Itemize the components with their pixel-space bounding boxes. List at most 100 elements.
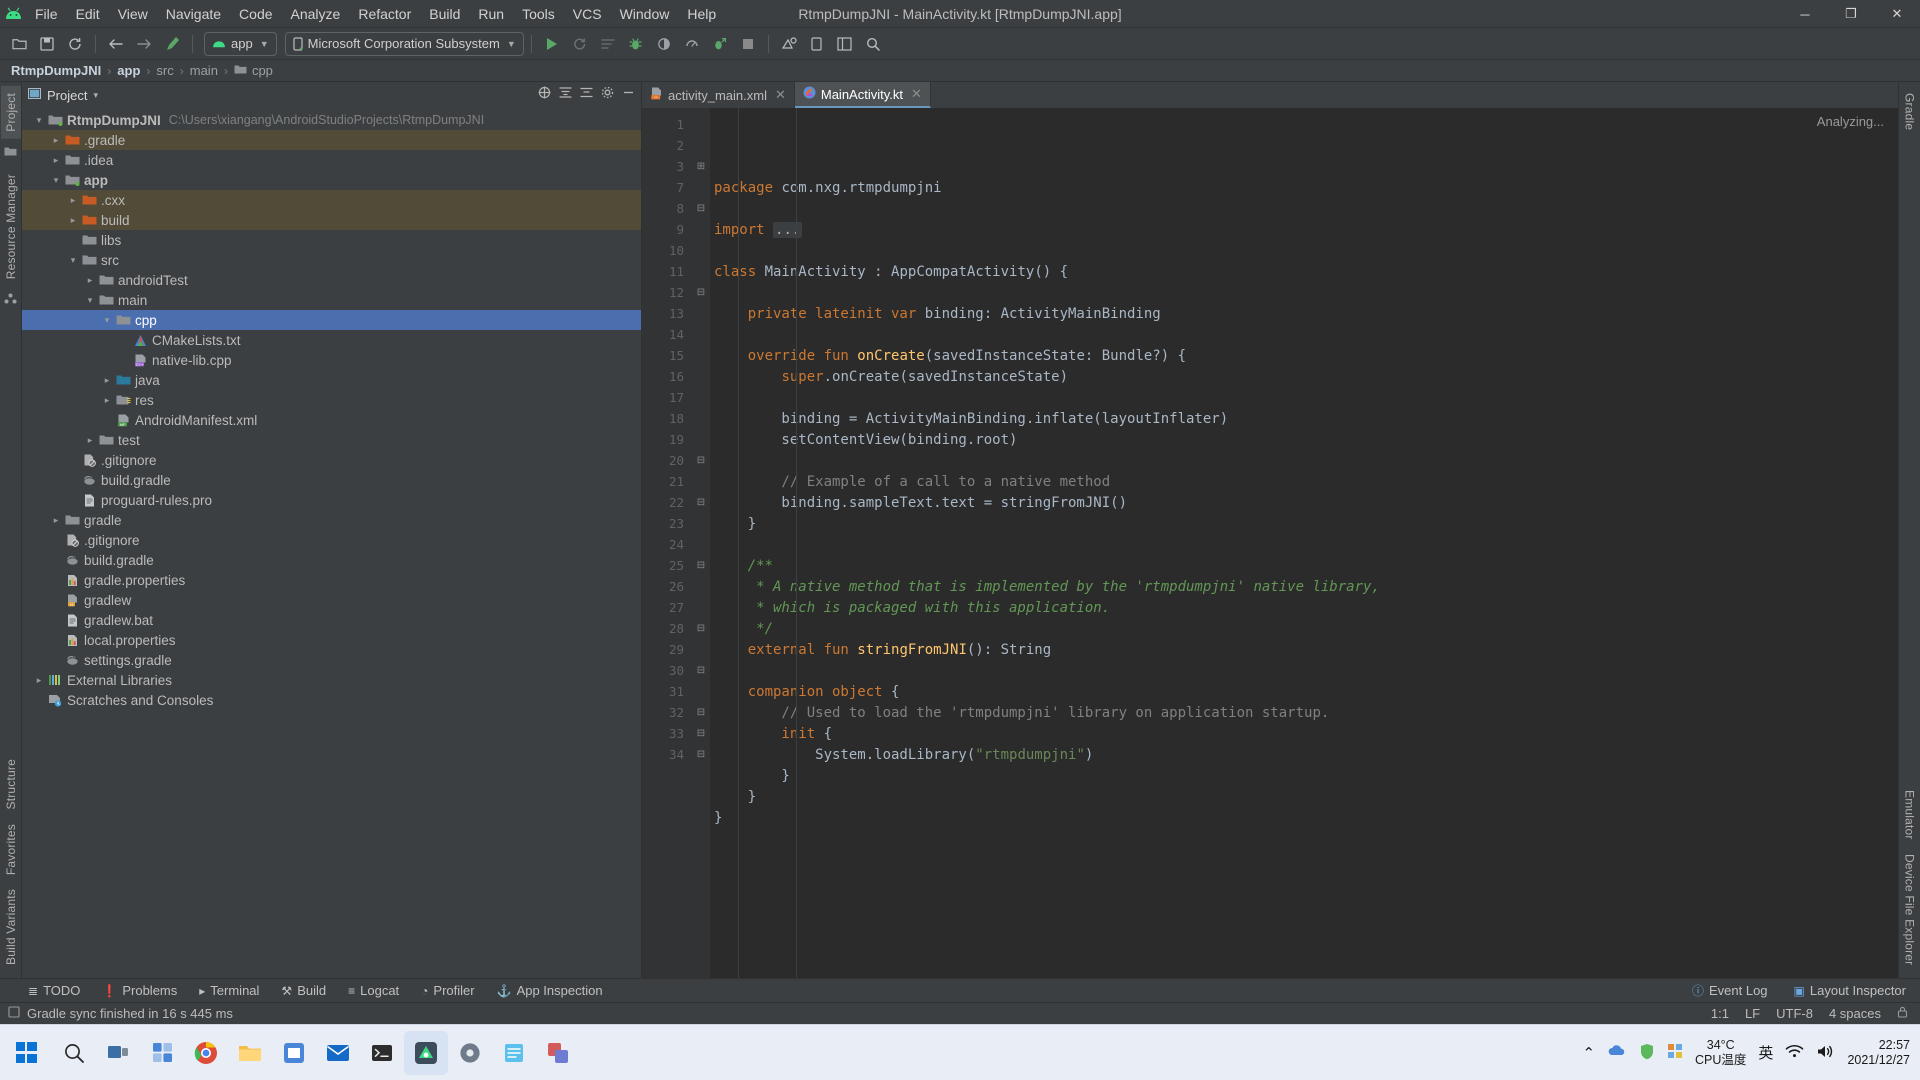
tree-item-gradle-properties[interactable]: gradle.properties: [22, 570, 641, 590]
tree-item-gradlew[interactable]: Hgradlew: [22, 590, 641, 610]
file-explorer-icon[interactable]: [228, 1031, 272, 1075]
breadcrumb-item-rtmpdumpjni[interactable]: RtmpDumpJNI: [8, 63, 104, 78]
menu-item-analyze[interactable]: Analyze: [282, 3, 350, 25]
editor-main[interactable]: 1 2 3 7 8 9 10 11 12 13 14 15 16 17 18 19 20 21 22 23 24 25 26…: [642, 108, 1898, 978]
menu-item-file[interactable]: File: [26, 3, 67, 25]
menu-item-help[interactable]: Help: [678, 3, 725, 25]
avd-manager-icon[interactable]: [804, 31, 830, 57]
task-view-icon[interactable]: [96, 1031, 140, 1075]
tree-item-native-lib-cpp[interactable]: C++ native-lib.cpp: [22, 350, 641, 370]
settings-icon[interactable]: [448, 1031, 492, 1075]
cpu-temperature-widget[interactable]: 34°C CPU温度: [1695, 1038, 1746, 1067]
fold-collapse-icon[interactable]: ⊟: [692, 744, 710, 765]
tree-item-proguard-rules-pro[interactable]: proguard-rules.pro: [22, 490, 641, 510]
fold-collapse-icon[interactable]: ⊟: [692, 555, 710, 576]
breadcrumb-item-cpp[interactable]: cpp: [249, 63, 276, 78]
sidebar-item-device-file-explorer[interactable]: Device File Explorer: [1900, 847, 1920, 972]
file-encoding[interactable]: UTF-8: [1776, 1006, 1813, 1021]
mail-icon[interactable]: [316, 1031, 360, 1075]
hide-panel-icon[interactable]: [622, 86, 635, 104]
terminal-icon[interactable]: [360, 1031, 404, 1075]
windows-start-icon[interactable]: [0, 1042, 52, 1063]
tree-item-androidmanifest-xml[interactable]: MF AndroidManifest.xml: [22, 410, 641, 430]
code-folding-column[interactable]: ⊞ ⊟ ⊟ ⊟ ⊟ ⊟ ⊟ ⊟ ⊟ ⊟ ⊟: [692, 108, 710, 978]
fold-collapse-icon[interactable]: ⊟: [692, 198, 710, 219]
taskbar-clock[interactable]: 22:57 2021/12/27: [1847, 1038, 1910, 1068]
stop-icon[interactable]: [735, 31, 761, 57]
bottom-tool-app-inspection[interactable]: ⚓ App Inspection: [493, 983, 607, 998]
tree-item-java[interactable]: ▸ java: [22, 370, 641, 390]
chevron-down-icon[interactable]: ▾: [66, 255, 80, 266]
close-icon[interactable]: ✕: [911, 86, 922, 102]
chevron-right-icon[interactable]: ▸: [100, 395, 114, 406]
chevron-right-icon[interactable]: ▸: [49, 515, 63, 526]
chevron-down-icon[interactable]: ▾: [83, 295, 97, 306]
chrome-icon[interactable]: [184, 1031, 228, 1075]
indent-setting[interactable]: 4 spaces: [1829, 1006, 1881, 1021]
breadcrumb-item-src[interactable]: src: [153, 63, 176, 78]
fold-collapse-icon[interactable]: ⊟: [692, 492, 710, 513]
maximize-button[interactable]: ❐: [1828, 0, 1874, 28]
fold-collapse-icon[interactable]: ⊟: [692, 282, 710, 303]
sidebar-item-structure[interactable]: Structure: [1, 752, 21, 817]
tree-item-res[interactable]: ▸ res: [22, 390, 641, 410]
sdk-manager-icon[interactable]: [776, 31, 802, 57]
notepad-icon[interactable]: [492, 1031, 536, 1075]
wifi-icon[interactable]: [1785, 1044, 1804, 1061]
tree-item-build-gradle[interactable]: build.gradle: [22, 470, 641, 490]
code-content[interactable]: package com.nxg.rtmpdumpjni import ... cla…: [710, 108, 1898, 978]
tree-item-gradlew-bat[interactable]: gradlew.bat: [22, 610, 641, 630]
overflow-tray-icon[interactable]: [1667, 1043, 1683, 1062]
collapse-all-icon[interactable]: [580, 86, 593, 104]
tree-item-settings-gradle[interactable]: settings.gradle: [22, 650, 641, 670]
tree-item-scratches-and-consoles[interactable]: Scratches and Consoles: [22, 690, 641, 710]
search-icon[interactable]: [52, 1031, 96, 1075]
minimize-button[interactable]: ─: [1782, 0, 1828, 28]
tree-item-main[interactable]: ▾ main: [22, 290, 641, 310]
menu-item-window[interactable]: Window: [611, 3, 679, 25]
menu-item-view[interactable]: View: [109, 3, 157, 25]
editor-tab-activity-main-xml[interactable]: <> activity_main.xml ✕: [642, 82, 795, 108]
debug-icon[interactable]: [623, 31, 649, 57]
select-opened-file-icon[interactable]: [538, 86, 551, 104]
chevron-right-icon[interactable]: ▸: [83, 435, 97, 446]
chevron-up-icon[interactable]: ⌃: [1582, 1044, 1595, 1062]
bottom-tool-build[interactable]: ⚒ Build: [277, 983, 330, 998]
expand-all-icon[interactable]: [559, 86, 572, 104]
chevron-right-icon[interactable]: ▸: [66, 195, 80, 206]
apply-changes-icon[interactable]: [567, 31, 593, 57]
tree-item-cmakelists-txt[interactable]: CMakeLists.txt: [22, 330, 641, 350]
menu-item-vcs[interactable]: VCS: [564, 3, 611, 25]
breadcrumb-item-main[interactable]: main: [187, 63, 221, 78]
module-selector[interactable]: app ▼: [204, 31, 277, 56]
tree-item-gradle[interactable]: ▸ gradle: [22, 510, 641, 530]
close-icon[interactable]: ✕: [775, 87, 786, 103]
save-all-icon[interactable]: [34, 31, 60, 57]
sidebar-item-favorites[interactable]: Favorites: [1, 817, 21, 882]
bottom-tool-todo[interactable]: ≣ TODO: [24, 983, 84, 998]
sidebar-item-project[interactable]: Project: [0, 86, 21, 139]
tree-item-libs[interactable]: libs: [22, 230, 641, 250]
line-separator[interactable]: LF: [1745, 1006, 1760, 1021]
fold-expand-icon[interactable]: ⊞: [692, 156, 710, 177]
fold-collapse-icon[interactable]: ⊟: [692, 660, 710, 681]
sidebar-item-emulator[interactable]: Emulator: [1900, 783, 1920, 847]
tree-item-build[interactable]: ▸ build: [22, 210, 641, 230]
profiler-icon[interactable]: [679, 31, 705, 57]
back-icon[interactable]: [103, 31, 129, 57]
tree-item-app[interactable]: ▾ app: [22, 170, 641, 190]
close-button[interactable]: ✕: [1874, 0, 1920, 28]
bottom-tool-logcat[interactable]: ≡ Logcat: [344, 983, 403, 998]
menu-item-tools[interactable]: Tools: [513, 3, 564, 25]
chevron-right-icon[interactable]: ▸: [66, 215, 80, 226]
chevron-right-icon[interactable]: ▸: [32, 675, 46, 686]
attach-debugger-icon[interactable]: [651, 31, 677, 57]
sidebar-item-build-variants[interactable]: Build Variants: [1, 882, 21, 972]
fold-collapse-icon[interactable]: ⊟: [692, 723, 710, 744]
android-studio-icon[interactable]: [404, 1030, 448, 1075]
fold-collapse-icon[interactable]: ⊟: [692, 702, 710, 723]
fold-collapse-icon[interactable]: ⊟: [692, 450, 710, 471]
menu-item-code[interactable]: Code: [230, 3, 281, 25]
ime-indicator[interactable]: 英: [1758, 1042, 1773, 1063]
tree-item-cpp[interactable]: ▾ cpp: [22, 310, 641, 330]
